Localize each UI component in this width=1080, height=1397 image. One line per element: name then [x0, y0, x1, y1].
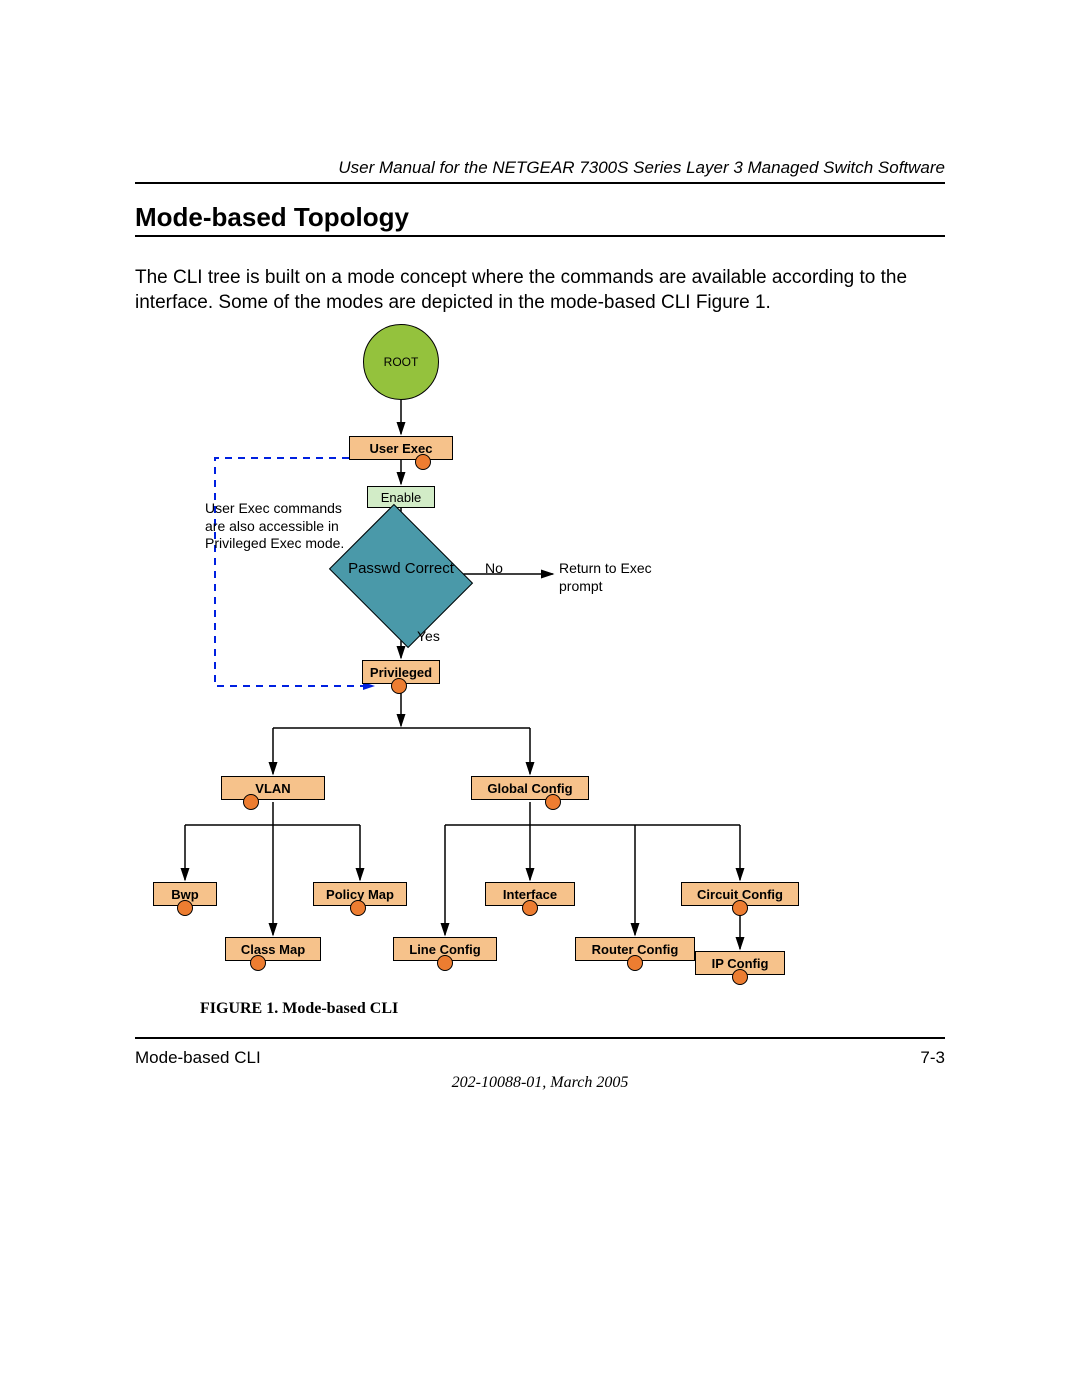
divider: [135, 235, 945, 237]
root-label: ROOT: [384, 355, 419, 369]
arrows-layer: [135, 320, 945, 980]
node-enable: Enable: [367, 486, 435, 508]
note-right: Return to Exec prompt: [559, 560, 679, 595]
body-paragraph: The CLI tree is built on a mode concept …: [135, 266, 945, 315]
label-no: No: [485, 560, 503, 576]
dot-icon: [250, 955, 266, 971]
figure-caption: FIGURE 1. Mode-based CLI: [200, 1000, 398, 1018]
dot-icon: [177, 900, 193, 916]
footer-left: Mode-based CLI: [135, 1048, 261, 1068]
divider: [135, 1037, 945, 1039]
dot-icon: [415, 454, 431, 470]
dot-icon: [545, 794, 561, 810]
footer-right: 7-3: [920, 1048, 945, 1068]
footer-center: 202-10088-01, March 2005: [0, 1074, 1080, 1092]
node-global-config: Global Config: [471, 776, 589, 800]
dot-icon: [627, 955, 643, 971]
dot-icon: [522, 900, 538, 916]
dot-icon: [243, 794, 259, 810]
note-left: User Exec commands are also accessible i…: [205, 500, 355, 553]
dot-icon: [391, 678, 407, 694]
node-user-exec: User Exec: [349, 436, 453, 460]
label-yes: Yes: [417, 628, 440, 644]
divider: [135, 182, 945, 184]
dot-icon: [437, 955, 453, 971]
root-node: ROOT: [363, 324, 439, 400]
dot-icon: [732, 900, 748, 916]
document-header: User Manual for the NETGEAR 7300S Series…: [338, 158, 945, 178]
dot-icon: [732, 969, 748, 985]
node-class-map: Class Map: [225, 937, 321, 961]
section-title: Mode-based Topology: [135, 202, 409, 233]
node-vlan: VLAN: [221, 776, 325, 800]
decision-label: Passwd Correct: [345, 560, 457, 577]
dot-icon: [350, 900, 366, 916]
flowchart-diagram: ROOT User Exec Enable Passwd Correct No …: [135, 320, 945, 980]
